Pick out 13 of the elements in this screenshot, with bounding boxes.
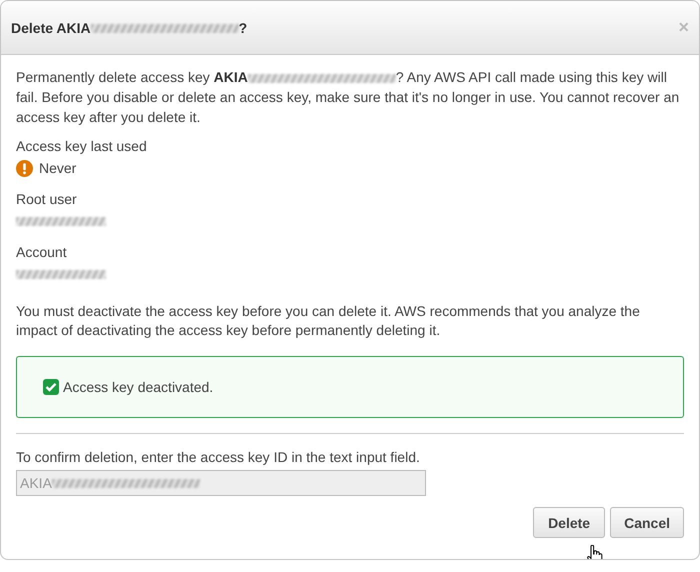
notice-text: You must deactivate the access key before you can delete it. AWS recommends that you analyze the impact of deactivating the access key before permanently deleting it. — [16, 302, 641, 340]
field-label: Root user — [16, 190, 78, 209]
confirm-label: To confirm deletion, enter the access key ID in the text input field. — [16, 448, 421, 466]
field-label: Account — [16, 243, 68, 262]
warning-icon — [16, 160, 33, 176]
dialog-title: Delete AKIA ? — [11, 20, 248, 36]
delete-button[interactable]: Delete — [533, 507, 606, 538]
checkbox[interactable] — [43, 379, 59, 395]
field-label: Access key last used — [16, 137, 148, 156]
cancel-button[interactable]: Cancel — [610, 507, 684, 538]
checkbox-label: Access key deactivated. — [63, 379, 214, 395]
status-value: Never — [39, 160, 76, 176]
warning-text: Permanently delete access key AKIA ? Any AWS API call made using this key will fail. Before you disable or delete an access key, make sure that it's no longer in use. You cannot recover an access key after you delete it. — [16, 68, 680, 127]
